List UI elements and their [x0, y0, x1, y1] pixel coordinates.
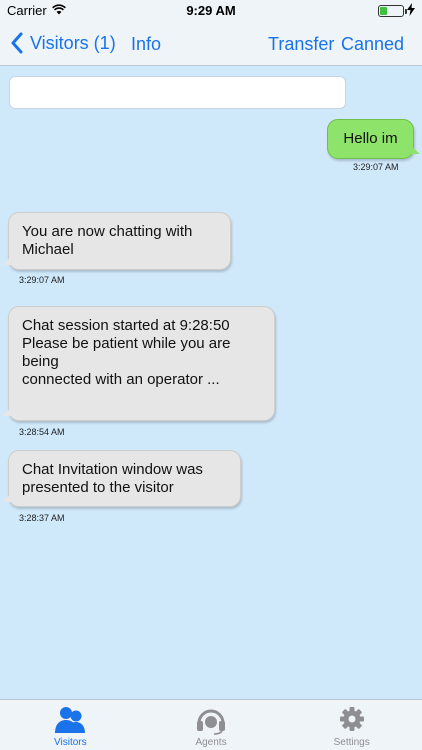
tab-label: Agents — [195, 737, 227, 748]
tab-visitors[interactable]: Visitors — [0, 700, 141, 750]
message-timestamp: 3:28:37 AM — [19, 513, 65, 523]
message-timestamp: 3:28:54 AM — [19, 427, 65, 437]
message-line: Chat session started at 9:28:50 — [22, 317, 230, 334]
incoming-message-bubble: Chat Invitation window was presented to … — [2, 450, 241, 507]
headset-icon — [197, 709, 225, 735]
canned-button[interactable]: Canned — [341, 34, 404, 55]
status-time: 9:29 AM — [186, 3, 236, 18]
message-line: Please be patient while you are being — [22, 335, 231, 370]
info-button[interactable]: Info — [131, 34, 161, 55]
transfer-button[interactable]: Transfer — [268, 34, 334, 55]
navigation-bar: Visitors (1) Info Transfer Canned — [0, 22, 422, 66]
battery-icon — [378, 5, 407, 17]
tab-label: Visitors — [54, 737, 87, 748]
outgoing-message-bubble: Hello im — [327, 119, 420, 159]
chevron-left-icon — [11, 32, 23, 54]
tab-agents[interactable]: Agents — [141, 700, 282, 750]
message-timestamp: 3:29:07 AM — [353, 162, 399, 172]
incoming-message-bubble: Chat session started at 9:28:50 Please b… — [2, 306, 275, 421]
message-text: Hello im — [343, 130, 398, 147]
message-line: connected with an operator ... — [22, 371, 220, 388]
message-line: You are now chatting with — [22, 223, 193, 240]
tab-label: Settings — [333, 737, 370, 748]
back-button[interactable]: Visitors (1) — [10, 32, 116, 54]
status-bar: Carrier 9:29 AM — [0, 0, 422, 22]
tab-settings[interactable]: Settings — [281, 700, 422, 750]
charging-bolt-icon — [407, 3, 415, 16]
message-timestamp: 3:29:07 AM — [19, 275, 65, 285]
gear-icon — [339, 707, 364, 731]
message-line: presented to the visitor — [22, 479, 174, 496]
message-input[interactable] — [9, 76, 346, 109]
visitors-icon — [55, 707, 86, 733]
message-line: Chat Invitation window was — [22, 461, 203, 478]
tab-bar: Visitors Agents Settings — [0, 699, 422, 750]
incoming-message-bubble: You are now chatting with Michael — [2, 212, 231, 270]
back-button-label: Visitors (1) — [30, 32, 116, 53]
message-line: Michael — [22, 241, 74, 258]
